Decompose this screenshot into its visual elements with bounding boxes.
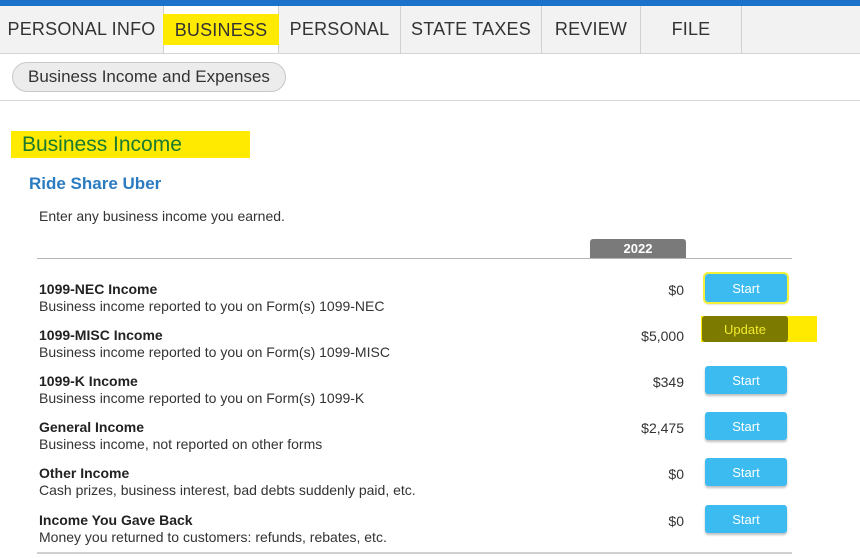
- tab-file[interactable]: FILE: [641, 6, 742, 53]
- main-nav: PERSONAL INFO BUSINESS PERSONAL STATE TA…: [0, 6, 860, 54]
- table-divider: [37, 258, 792, 259]
- business-income-expenses-pill[interactable]: Business Income and Expenses: [12, 62, 286, 92]
- tab-label: BUSINESS: [162, 14, 280, 45]
- tab-review[interactable]: REVIEW: [542, 6, 641, 53]
- tab-label: PERSONAL INFO: [7, 19, 156, 39]
- business-name: Ride Share Uber: [29, 174, 162, 193]
- start-button-1099-nec[interactable]: Start: [703, 272, 789, 304]
- row-title: 1099-K Income: [39, 373, 138, 389]
- update-button-1099-misc[interactable]: Update: [702, 316, 788, 342]
- start-button-general-income[interactable]: Start: [705, 412, 787, 440]
- tab-label: PERSONAL: [289, 19, 390, 39]
- row-title: 1099-MISC Income: [39, 327, 163, 343]
- tab-label: REVIEW: [554, 19, 628, 39]
- row-title: Income You Gave Back: [39, 512, 193, 528]
- subnav-bar: Business Income and Expenses: [0, 54, 860, 101]
- tab-personal[interactable]: PERSONAL: [279, 6, 401, 53]
- row-amount: $0: [668, 466, 684, 482]
- row-description: Business income reported to you on Form(…: [39, 390, 365, 406]
- table-bottom-divider: [37, 552, 792, 554]
- section-title: Business Income: [11, 131, 250, 158]
- tab-label: STATE TAXES: [411, 19, 531, 39]
- row-title: General Income: [39, 419, 145, 435]
- row-amount: $2,475: [641, 420, 684, 436]
- row-description: Business income, not reported on other f…: [39, 436, 323, 452]
- start-button-income-gave-back[interactable]: Start: [705, 505, 787, 533]
- tab-business[interactable]: BUSINESS: [162, 6, 280, 53]
- tab-personal-info[interactable]: PERSONAL INFO: [0, 6, 164, 53]
- row-amount: $0: [668, 513, 684, 529]
- row-amount: $0: [668, 282, 684, 298]
- row-amount: $349: [652, 374, 684, 390]
- year-column-header: 2022: [590, 239, 686, 258]
- row-title: 1099-NEC Income: [39, 281, 158, 297]
- start-button-other-income[interactable]: Start: [705, 458, 787, 486]
- row-title: Other Income: [39, 465, 130, 481]
- tab-state-taxes[interactable]: STATE TAXES: [401, 6, 542, 53]
- row-description: Business income reported to you on Form(…: [39, 344, 390, 360]
- start-button-1099-k[interactable]: Start: [705, 366, 787, 394]
- row-amount: $5,000: [641, 328, 684, 344]
- row-description: Money you returned to customers: refunds…: [39, 529, 387, 545]
- row-description: Cash prizes, business interest, bad debt…: [39, 482, 416, 498]
- row-description: Business income reported to you on Form(…: [39, 298, 385, 314]
- intro-text: Enter any business income you earned.: [39, 208, 285, 224]
- tab-label: FILE: [671, 19, 711, 39]
